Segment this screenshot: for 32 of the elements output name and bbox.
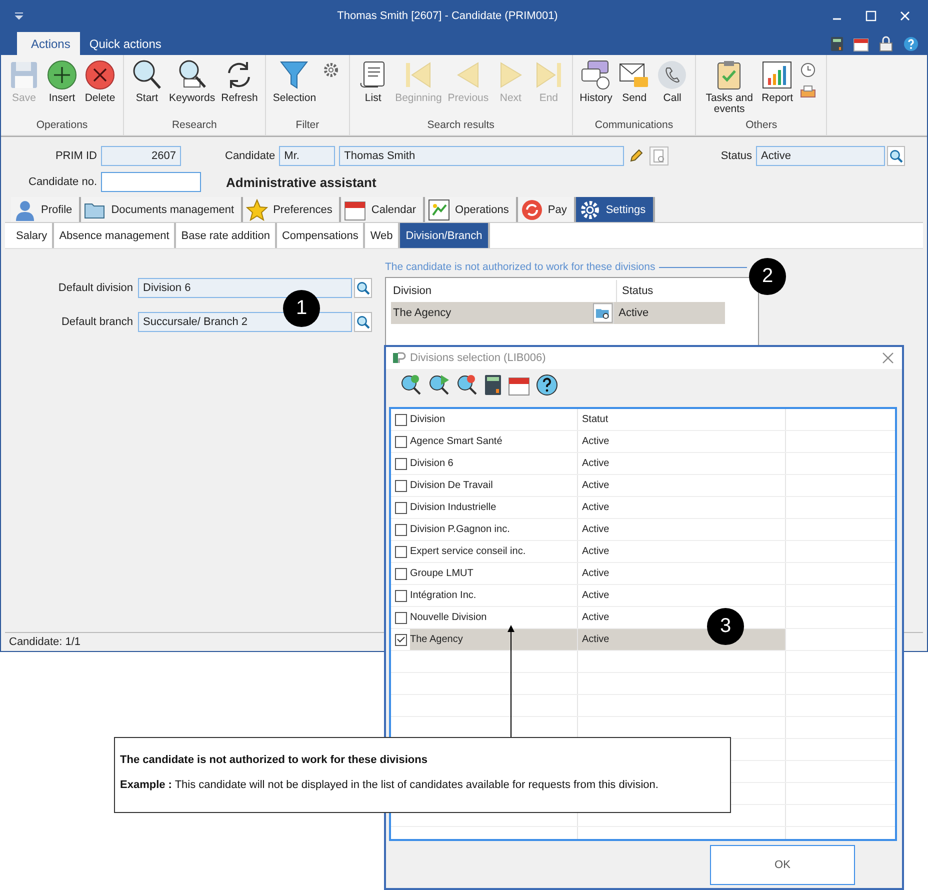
field-label: Default branch [60, 316, 133, 328]
note-title: The candidate is not authorized to work for these divisions [120, 754, 428, 766]
group-label: Others [744, 119, 778, 133]
table-cell: Active [578, 519, 786, 540]
table-cell: Active [578, 585, 786, 606]
table-cell: Active [578, 431, 786, 452]
record-count: Candidate: 1/1 [9, 636, 81, 648]
group-label: Search results [426, 119, 496, 133]
field-label: Status [720, 150, 752, 162]
table-cell: Active [578, 475, 786, 496]
section-caption: The candidate is not authorized to work for these divisions [385, 261, 656, 273]
dialog-title: Divisions selection (LIB006) [410, 352, 546, 364]
column-header: Statut [578, 409, 786, 430]
field-label: Default division [57, 282, 133, 294]
field-label: PRIM ID [54, 150, 97, 162]
note-text: Example : This candidate will not be displayed in the list of candidates available for requests from this division. [120, 779, 660, 791]
group-label: Research [170, 119, 218, 133]
table-cell-text: The Agency [392, 307, 452, 319]
group-label: Operations [35, 119, 89, 133]
table-cell: Active [612, 302, 725, 324]
field-label: Candidate no. [28, 176, 97, 188]
column-header: Division [392, 285, 433, 297]
job-title: Administrative assistant [226, 174, 376, 190]
table-cell: Active [578, 563, 786, 584]
field-label: Candidate [225, 150, 276, 162]
table-cell: Active [578, 497, 786, 518]
column-header: Division [410, 414, 446, 425]
group-label: Communications [594, 119, 674, 133]
table-cell: Active [578, 453, 786, 474]
table-cell: Active [578, 541, 786, 562]
group-label: Filter [294, 119, 320, 133]
window-title: Thomas Smith [2607] - Candidate (PRIM001) [336, 10, 559, 22]
